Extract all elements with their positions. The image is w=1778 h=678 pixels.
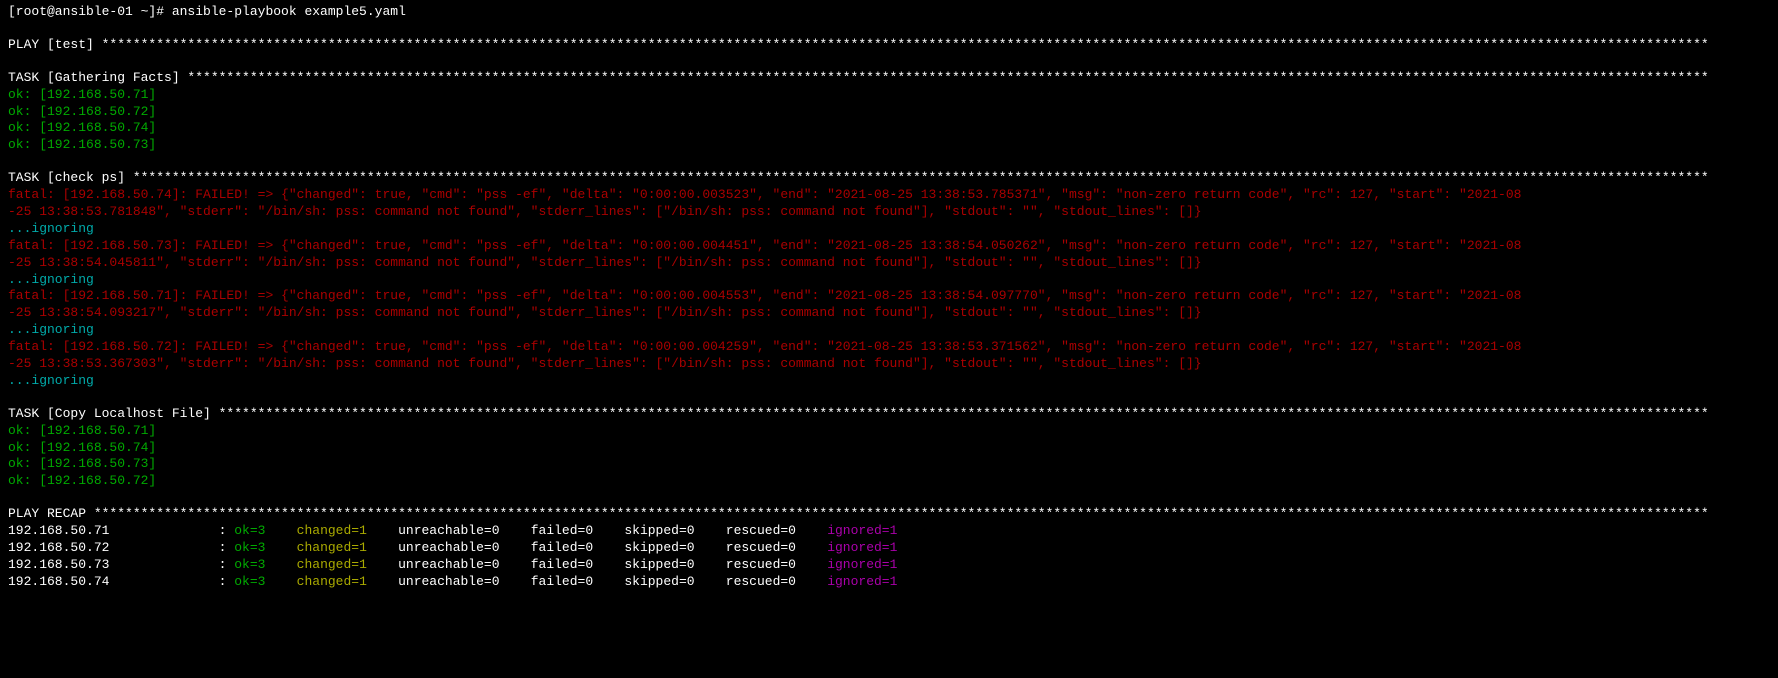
- task-copy-header: TASK [Copy Localhost File] *************…: [8, 406, 1770, 423]
- task-ok-line: ok: [192.168.50.73]: [8, 456, 1770, 473]
- recap-header-line: PLAY RECAP *****************************…: [8, 506, 1770, 523]
- shell-prompt: [root@ansible-01 ~]# ansible-playbook ex…: [8, 4, 406, 19]
- recap-row: 192.168.50.73 : ok=3 changed=1 unreachab…: [8, 557, 1770, 574]
- task-header: TASK [Gathering Facts] *****************…: [8, 70, 1709, 85]
- recap-ignored: ignored=1: [827, 540, 897, 555]
- task-ok-host: ok: [192.168.50.74]: [8, 120, 156, 135]
- task-ok-host: ok: [192.168.50.73]: [8, 456, 156, 471]
- task-ok-line: ok: [192.168.50.72]: [8, 104, 1770, 121]
- recap-unreachable: unreachable=0: [398, 540, 531, 555]
- task-ignoring: ...ignoring: [8, 373, 94, 388]
- terminal-output[interactable]: [root@ansible-01 ~]# ansible-playbook ex…: [8, 4, 1770, 591]
- task-ok-host: ok: [192.168.50.72]: [8, 104, 156, 119]
- task-fatal: fatal: [192.168.50.72]: FAILED! => {"cha…: [8, 339, 1770, 356]
- recap-row: 192.168.50.74 : ok=3 changed=1 unreachab…: [8, 574, 1770, 591]
- task-fatal-line: fatal: [192.168.50.74]: FAILED! => {"cha…: [8, 187, 1521, 202]
- task-ok-line: ok: [192.168.50.71]: [8, 423, 1770, 440]
- recap-failed: failed=0: [531, 523, 625, 538]
- task-ignoring: ...ignoring: [8, 322, 94, 337]
- task-ok-host: ok: [192.168.50.73]: [8, 137, 156, 152]
- recap-changed: changed=1: [297, 540, 398, 555]
- task-ignoring-line: ...ignoring: [8, 373, 1770, 390]
- recap-ignored: ignored=1: [827, 557, 897, 572]
- recap-skipped: skipped=0: [624, 574, 725, 589]
- play-header-line: PLAY [test] ****************************…: [8, 37, 1770, 54]
- task-ok-host: ok: [192.168.50.71]: [8, 423, 156, 438]
- recap-host: 192.168.50.73: [8, 557, 219, 572]
- task-ignoring-line: ...ignoring: [8, 272, 1770, 289]
- task-ok-line: ok: [192.168.50.74]: [8, 120, 1770, 137]
- task-fatal-line: -25 13:38:54.045811", "stderr": "/bin/sh…: [8, 255, 1202, 270]
- task-fatal: fatal: [192.168.50.74]: FAILED! => {"cha…: [8, 187, 1770, 204]
- task-fatal-line: -25 13:38:53.781848", "stderr": "/bin/sh…: [8, 204, 1202, 219]
- task-header: TASK [check ps] ************************…: [8, 170, 1709, 185]
- recap-ok: ok=3: [234, 540, 296, 555]
- task-fatal-cont: -25 13:38:53.781848", "stderr": "/bin/sh…: [8, 204, 1770, 221]
- recap-header: PLAY RECAP *****************************…: [8, 506, 1709, 521]
- recap-row: 192.168.50.71 : ok=3 changed=1 unreachab…: [8, 523, 1770, 540]
- recap-failed: failed=0: [531, 574, 625, 589]
- recap-failed: failed=0: [531, 557, 625, 572]
- recap-host: 192.168.50.72: [8, 540, 219, 555]
- recap-rescued: rescued=0: [726, 557, 827, 572]
- recap-unreachable: unreachable=0: [398, 574, 531, 589]
- play-header: PLAY [test] ****************************…: [8, 37, 1709, 52]
- task-ok-line: ok: [192.168.50.71]: [8, 87, 1770, 104]
- recap-ok: ok=3: [234, 574, 296, 589]
- recap-ok: ok=3: [234, 557, 296, 572]
- recap-ignored: ignored=1: [827, 574, 897, 589]
- recap-rescued: rescued=0: [726, 540, 827, 555]
- recap-skipped: skipped=0: [624, 557, 725, 572]
- task-fatal-line: fatal: [192.168.50.73]: FAILED! => {"cha…: [8, 238, 1521, 253]
- task-fatal-line: fatal: [192.168.50.71]: FAILED! => {"cha…: [8, 288, 1521, 303]
- task-ok-host: ok: [192.168.50.71]: [8, 87, 156, 102]
- task-fatal-cont: -25 13:38:54.045811", "stderr": "/bin/sh…: [8, 255, 1770, 272]
- task-ok-line: ok: [192.168.50.74]: [8, 440, 1770, 457]
- recap-failed: failed=0: [531, 540, 625, 555]
- recap-changed: changed=1: [297, 557, 398, 572]
- task-gathering-header: TASK [Gathering Facts] *****************…: [8, 70, 1770, 87]
- recap-unreachable: unreachable=0: [398, 523, 531, 538]
- recap-skipped: skipped=0: [624, 540, 725, 555]
- recap-host: 192.168.50.71: [8, 523, 219, 538]
- task-checkps-header: TASK [check ps] ************************…: [8, 170, 1770, 187]
- task-header: TASK [Copy Localhost File] *************…: [8, 406, 1709, 421]
- task-fatal-cont: -25 13:38:54.093217", "stderr": "/bin/sh…: [8, 305, 1770, 322]
- task-ignoring-line: ...ignoring: [8, 322, 1770, 339]
- task-ok-line: ok: [192.168.50.73]: [8, 137, 1770, 154]
- task-ignoring: ...ignoring: [8, 272, 94, 287]
- task-ok-host: ok: [192.168.50.72]: [8, 473, 156, 488]
- task-ok-host: ok: [192.168.50.74]: [8, 440, 156, 455]
- task-fatal: fatal: [192.168.50.71]: FAILED! => {"cha…: [8, 288, 1770, 305]
- task-fatal-cont: -25 13:38:53.367303", "stderr": "/bin/sh…: [8, 356, 1770, 373]
- recap-ok: ok=3: [234, 523, 296, 538]
- task-ignoring: ...ignoring: [8, 221, 94, 236]
- recap-rescued: rescued=0: [726, 574, 827, 589]
- prompt-line: [root@ansible-01 ~]# ansible-playbook ex…: [8, 4, 1770, 21]
- recap-changed: changed=1: [297, 523, 398, 538]
- task-fatal-line: -25 13:38:53.367303", "stderr": "/bin/sh…: [8, 356, 1202, 371]
- recap-changed: changed=1: [297, 574, 398, 589]
- recap-host: 192.168.50.74: [8, 574, 219, 589]
- recap-unreachable: unreachable=0: [398, 557, 531, 572]
- task-fatal-line: -25 13:38:54.093217", "stderr": "/bin/sh…: [8, 305, 1202, 320]
- task-fatal-line: fatal: [192.168.50.72]: FAILED! => {"cha…: [8, 339, 1521, 354]
- recap-rescued: rescued=0: [726, 523, 827, 538]
- task-fatal: fatal: [192.168.50.73]: FAILED! => {"cha…: [8, 238, 1770, 255]
- recap-skipped: skipped=0: [624, 523, 725, 538]
- task-ok-line: ok: [192.168.50.72]: [8, 473, 1770, 490]
- task-ignoring-line: ...ignoring: [8, 221, 1770, 238]
- recap-row: 192.168.50.72 : ok=3 changed=1 unreachab…: [8, 540, 1770, 557]
- recap-ignored: ignored=1: [827, 523, 897, 538]
